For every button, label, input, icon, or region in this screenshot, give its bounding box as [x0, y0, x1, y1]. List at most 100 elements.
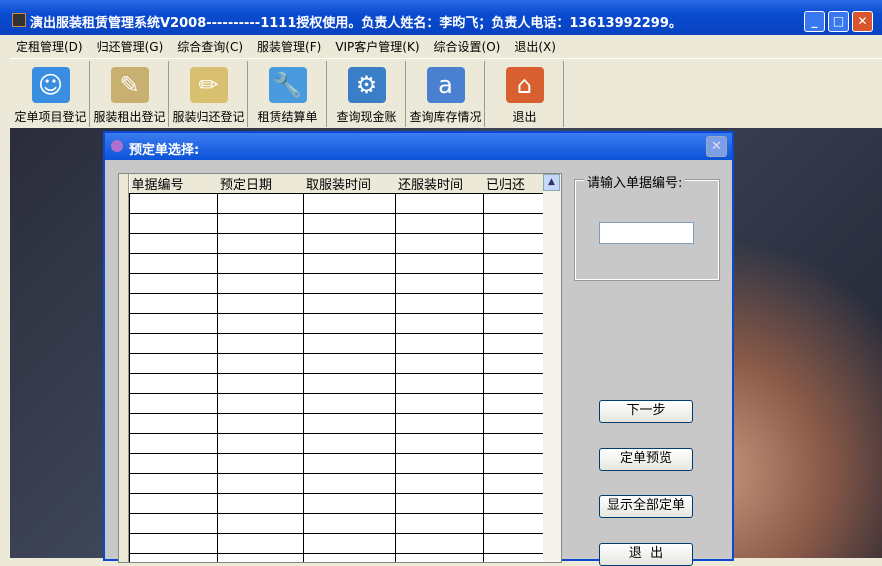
show-all-button[interactable]: 显示全部定单: [599, 495, 693, 518]
table-cell[interactable]: [129, 253, 218, 274]
table-cell[interactable]: [303, 393, 396, 414]
table-cell[interactable]: [217, 433, 304, 454]
table-row[interactable]: [129, 373, 544, 394]
table-cell[interactable]: [129, 353, 218, 374]
table-row[interactable]: [129, 493, 544, 514]
table-cell[interactable]: [483, 413, 544, 434]
table-cell[interactable]: [483, 353, 544, 374]
table-cell[interactable]: [217, 353, 304, 374]
preview-button[interactable]: 定单预览: [599, 448, 693, 471]
table-cell[interactable]: [303, 493, 396, 514]
col-reserve-date[interactable]: 预定日期: [217, 174, 304, 194]
toolbar-button-2[interactable]: ✏ 服装归还登记: [170, 61, 248, 127]
table-cell[interactable]: [395, 313, 484, 334]
table-cell[interactable]: [395, 433, 484, 454]
table-cell[interactable]: [129, 373, 218, 394]
table-cell[interactable]: [217, 193, 304, 214]
menu-exit[interactable]: 退出(X): [514, 38, 556, 57]
exit-button[interactable]: 退 出: [599, 543, 693, 566]
table-cell[interactable]: [217, 533, 304, 554]
toolbar-button-4[interactable]: ⚙ 查询现金账: [328, 61, 406, 127]
close-button[interactable]: ✕: [852, 11, 873, 32]
table-row[interactable]: [129, 453, 544, 474]
table-cell[interactable]: [129, 473, 218, 494]
table-cell[interactable]: [483, 193, 544, 214]
table-cell[interactable]: [129, 333, 218, 354]
table-row[interactable]: [129, 533, 544, 554]
table-cell[interactable]: [217, 253, 304, 274]
table-cell[interactable]: [303, 473, 396, 494]
table-cell[interactable]: [129, 533, 218, 554]
table-cell[interactable]: [483, 493, 544, 514]
toolbar-button-1[interactable]: ✎ 服装租出登记: [91, 61, 169, 127]
table-cell[interactable]: [395, 213, 484, 234]
table-cell[interactable]: [395, 513, 484, 534]
col-returned[interactable]: 已归还: [483, 174, 544, 194]
table-cell[interactable]: [395, 473, 484, 494]
table-cell[interactable]: [217, 373, 304, 394]
table-cell[interactable]: [395, 393, 484, 414]
table-cell[interactable]: [395, 233, 484, 254]
order-number-input[interactable]: [599, 222, 694, 244]
scroll-up-icon[interactable]: ▲: [543, 174, 560, 191]
table-cell[interactable]: [129, 193, 218, 214]
table-cell[interactable]: [217, 333, 304, 354]
table-cell[interactable]: [217, 553, 304, 562]
table-cell[interactable]: [303, 453, 396, 474]
toolbar-button-5[interactable]: a 查询库存情况: [407, 61, 485, 127]
table-cell[interactable]: [129, 233, 218, 254]
table-cell[interactable]: [129, 513, 218, 534]
table-cell[interactable]: [129, 293, 218, 314]
table-cell[interactable]: [483, 273, 544, 294]
table-cell[interactable]: [303, 433, 396, 454]
table-cell[interactable]: [129, 413, 218, 434]
toolbar-button-0[interactable]: ☺ 定单项目登记: [12, 61, 90, 127]
table-cell[interactable]: [217, 393, 304, 414]
table-cell[interactable]: [483, 453, 544, 474]
table-cell[interactable]: [217, 473, 304, 494]
table-cell[interactable]: [303, 233, 396, 254]
table-cell[interactable]: [483, 433, 544, 454]
table-cell[interactable]: [217, 233, 304, 254]
table-cell[interactable]: [129, 433, 218, 454]
table-cell[interactable]: [217, 273, 304, 294]
table-cell[interactable]: [217, 413, 304, 434]
table-row[interactable]: [129, 273, 544, 294]
table-row[interactable]: [129, 293, 544, 314]
vertical-scrollbar[interactable]: ▲: [543, 174, 561, 562]
table-row[interactable]: [129, 193, 544, 214]
table-cell[interactable]: [395, 253, 484, 274]
table-cell[interactable]: [483, 293, 544, 314]
maximize-button[interactable]: □: [828, 11, 849, 32]
table-cell[interactable]: [483, 533, 544, 554]
table-cell[interactable]: [217, 513, 304, 534]
table-row[interactable]: [129, 253, 544, 274]
table-cell[interactable]: [217, 493, 304, 514]
table-row[interactable]: [129, 433, 544, 454]
menu-query[interactable]: 综合查询(C): [177, 38, 243, 57]
table-cell[interactable]: [303, 413, 396, 434]
menu-costume[interactable]: 服装管理(F): [257, 38, 321, 57]
table-cell[interactable]: [303, 513, 396, 534]
table-cell[interactable]: [483, 393, 544, 414]
table-cell[interactable]: [483, 233, 544, 254]
table-cell[interactable]: [129, 313, 218, 334]
table-cell[interactable]: [129, 453, 218, 474]
table-cell[interactable]: [303, 373, 396, 394]
table-cell[interactable]: [303, 333, 396, 354]
table-cell[interactable]: [129, 213, 218, 234]
table-cell[interactable]: [395, 353, 484, 374]
table-cell[interactable]: [483, 373, 544, 394]
order-grid[interactable]: 单据编号 预定日期 取服装时间 还服装时间 已归还 ▲: [118, 173, 562, 563]
table-row[interactable]: [129, 353, 544, 374]
table-row[interactable]: [129, 513, 544, 534]
table-cell[interactable]: [129, 493, 218, 514]
table-cell[interactable]: [303, 253, 396, 274]
table-cell[interactable]: [303, 533, 396, 554]
dialog-close-button[interactable]: ✕: [706, 136, 727, 157]
table-cell[interactable]: [395, 373, 484, 394]
table-cell[interactable]: [303, 293, 396, 314]
toolbar-button-6[interactable]: ⌂ 退出: [486, 61, 564, 127]
table-cell[interactable]: [395, 293, 484, 314]
table-row[interactable]: [129, 233, 544, 254]
